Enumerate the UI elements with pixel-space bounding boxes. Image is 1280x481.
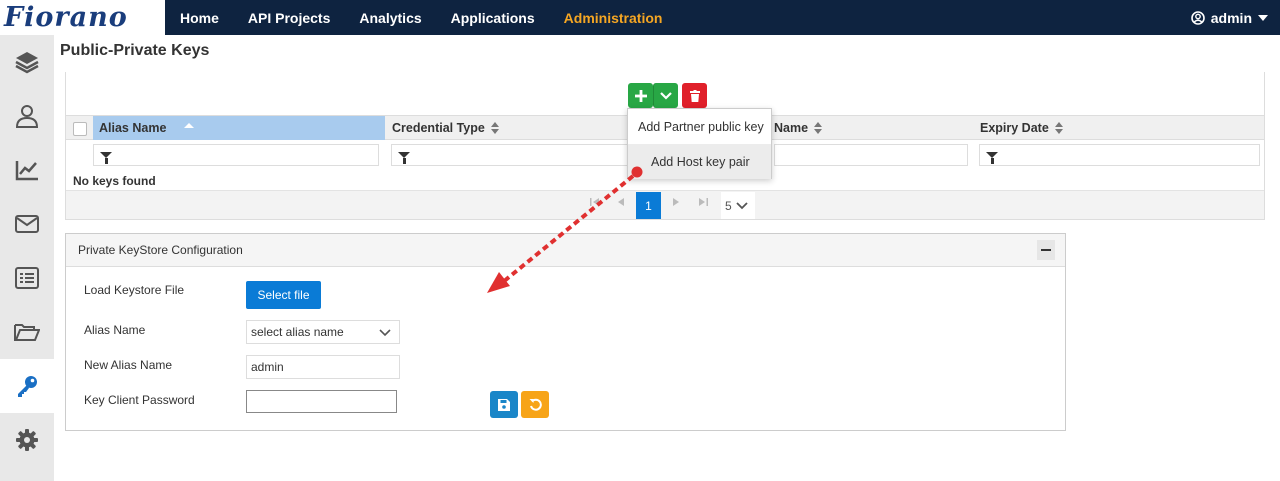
empty-message: No keys found (73, 174, 156, 188)
column-label: Expiry Date (980, 121, 1049, 135)
filter-icon (986, 152, 998, 164)
user-name: admin (1210, 9, 1252, 26)
sidebar-item-folders[interactable] (0, 305, 54, 359)
key-client-password-input[interactable] (246, 390, 397, 413)
fiorano-logo[interactable]: Fiorano (0, 0, 165, 35)
column-credential-type[interactable]: Credential Type (386, 116, 626, 140)
page-title: Public-Private Keys (60, 42, 210, 59)
top-nav-bar: Fiorano Home API Projects Analytics Appl… (0, 0, 1280, 35)
sort-icon (490, 122, 499, 134)
new-alias-name-input[interactable]: admin (246, 355, 400, 379)
expiry-date-filter-input[interactable] (979, 144, 1260, 166)
column-alias-name[interactable]: Alias Name (93, 116, 385, 140)
menu-item-add-host-key-pair[interactable]: Add Host key pair (628, 144, 771, 179)
user-menu[interactable]: admin (1190, 0, 1268, 35)
new-alias-name-label: New Alias Name (84, 358, 173, 372)
alias-select-value: select alias name (251, 325, 344, 339)
sidebar-item-messages[interactable] (0, 197, 54, 251)
trash-icon (689, 89, 700, 102)
user-icon (15, 105, 39, 128)
save-icon (498, 398, 510, 411)
nav-applications[interactable]: Applications (451, 10, 535, 26)
column-label: Credential Type (392, 121, 485, 135)
list-icon (15, 267, 39, 289)
page-1-button[interactable]: 1 (636, 192, 661, 219)
nav-analytics[interactable]: Analytics (359, 10, 421, 26)
column-label: Alias Name (99, 121, 167, 135)
chevron-down-icon (736, 201, 748, 209)
nav-home[interactable]: Home (180, 10, 219, 26)
mail-icon (15, 215, 39, 233)
main-nav: Home API Projects Analytics Applications… (180, 0, 691, 35)
alias-name-label: Alias Name (84, 323, 146, 337)
sort-ascending-icon (184, 122, 195, 128)
menu-item-add-partner-public-key[interactable]: Add Partner public key (628, 109, 771, 144)
chevron-down-icon (379, 329, 391, 337)
last-page-icon[interactable] (698, 197, 708, 207)
sidebar-item-layers[interactable] (0, 35, 54, 89)
alias-filter-input[interactable] (93, 144, 379, 166)
column-name[interactable]: Name (768, 116, 968, 140)
pager: 1 5 (66, 190, 1264, 220)
collapse-button[interactable] (1037, 240, 1055, 260)
keystore-config-panel: Private KeyStore Configuration Load Keys… (65, 233, 1066, 431)
page-size-value: 5 (725, 198, 732, 213)
first-page-icon[interactable] (590, 197, 600, 207)
folder-icon (14, 324, 40, 341)
reset-button[interactable] (521, 391, 549, 418)
page-size-select[interactable]: 5 (721, 192, 755, 219)
filter-icon (100, 152, 112, 164)
prev-page-icon[interactable] (617, 197, 625, 207)
panel-title: Private KeyStore Configuration (78, 243, 243, 257)
sort-icon (814, 122, 823, 134)
caret-down-icon (1258, 14, 1268, 21)
undo-icon (529, 398, 542, 411)
delete-key-button[interactable] (682, 83, 707, 108)
load-keystore-label: Load Keystore File (84, 283, 185, 297)
name-filter-input[interactable] (774, 144, 968, 166)
save-button[interactable] (490, 391, 518, 418)
filter-icon (398, 152, 410, 164)
sort-icon (1054, 122, 1063, 134)
gear-icon (16, 429, 38, 451)
select-all-checkbox[interactable] (73, 122, 87, 136)
alias-name-select[interactable]: select alias name (246, 320, 400, 344)
user-circle-icon (1190, 10, 1205, 25)
next-page-icon[interactable] (672, 197, 680, 207)
add-key-menu: Add Partner public key Add Host key pair (627, 108, 772, 179)
add-key-button[interactable] (628, 83, 653, 108)
add-key-dropdown-button[interactable] (653, 83, 678, 108)
column-expiry-date[interactable]: Expiry Date (974, 116, 1174, 140)
credential-type-filter-input[interactable] (391, 144, 631, 166)
sidebar-item-keys[interactable] (0, 359, 54, 413)
select-file-button[interactable]: Select file (246, 281, 321, 309)
logo-text: Fiorano (4, 2, 128, 33)
sidebar-item-list[interactable] (0, 251, 54, 305)
key-icon (18, 376, 37, 397)
layers-icon (15, 52, 39, 74)
column-label: Name (774, 121, 809, 135)
chart-icon (15, 161, 38, 181)
nav-api-projects[interactable]: API Projects (248, 10, 330, 26)
sidebar-item-settings[interactable] (0, 413, 54, 467)
panel-header: Private KeyStore Configuration (66, 234, 1065, 267)
sidebar (0, 35, 54, 481)
nav-administration[interactable]: Administration (564, 10, 663, 26)
chevron-down-icon (660, 91, 672, 100)
plus-icon (634, 89, 647, 102)
minus-icon (1041, 249, 1051, 251)
key-client-password-label: Key Client Password (84, 393, 195, 407)
sidebar-item-users[interactable] (0, 89, 54, 143)
sidebar-item-analytics[interactable] (0, 143, 54, 197)
